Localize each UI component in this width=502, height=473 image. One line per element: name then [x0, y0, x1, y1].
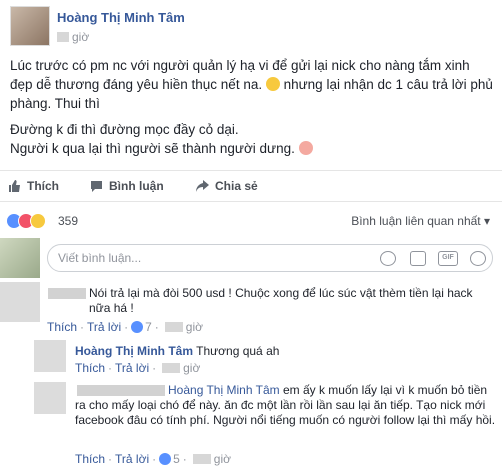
post-body: Lúc trước có pm nc với người quản lý hạ … — [10, 56, 494, 165]
thumbs-up-icon — [9, 180, 20, 192]
like-reaction-icon — [131, 321, 144, 333]
kiss-emoji-icon — [298, 141, 313, 155]
post-header: Hoàng Thị Minh Tâm giờ — [10, 6, 490, 46]
share-label: Chia sẻ — [215, 179, 258, 193]
haha-reaction-icon — [30, 213, 46, 229]
comment-composer: GIF — [0, 238, 502, 278]
reply-time[interactable]: giờ — [214, 452, 231, 466]
reply-2-text: em ấy k muốn lấy lại vì k muốn bỏ tiền r… — [75, 383, 496, 427]
comment-sort-dropdown[interactable]: Bình luận liên quan nhất ▾ — [351, 214, 490, 228]
replier-avatar[interactable] — [34, 382, 66, 414]
author-avatar[interactable] — [10, 6, 50, 46]
reply-reply-link[interactable]: Trả lời — [115, 452, 149, 466]
emoji-picker-icon[interactable] — [380, 251, 396, 266]
blurred-time-value — [164, 322, 183, 332]
post-paragraph-1: Lúc trước có pm nc với người quản lý hạ … — [10, 56, 494, 113]
gif-icon[interactable]: GIF — [438, 251, 458, 266]
blurred-time-value — [192, 454, 211, 464]
reply-actions: Thích · Trả lời · giờ — [75, 361, 201, 375]
reaction-count: 359 — [58, 214, 79, 228]
comment-button[interactable]: Bình luận — [90, 179, 164, 193]
reply-text: Hoàng Thị Minh Tâm em ấy k muốn lấy lại … — [75, 383, 500, 428]
post-line-3: Người k qua lại thì người sẽ thành người… — [10, 141, 295, 156]
comment-1-text: Nói trả lại mà đòi 500 usd ! Chuộc xong … — [89, 286, 473, 315]
replier-avatar[interactable] — [34, 340, 66, 372]
reply-time[interactable]: giờ — [183, 361, 200, 375]
comment-input[interactable] — [58, 251, 318, 265]
viewer-avatar — [0, 238, 40, 278]
commenter-avatar[interactable] — [0, 282, 40, 322]
comment-input-wrapper[interactable]: GIF — [47, 244, 493, 272]
share-button[interactable]: Chia sẻ — [196, 179, 258, 193]
mention-link[interactable]: Hoàng Thị Minh Tâm — [168, 383, 280, 397]
laughing-emoji-icon — [265, 77, 280, 91]
comment-actions: Thích · Trả lời · 7 · giờ — [47, 320, 204, 334]
blurred-time-value — [57, 32, 69, 42]
post-line-2: Đường k đi thì đường mọc đầy cỏ dại. — [10, 122, 239, 137]
reply-item: Hoàng Thị Minh Tâm em ấy k muốn lấy lại … — [34, 382, 502, 472]
reply-text: Hoàng Thị Minh Tâm Thương quá ah — [75, 344, 495, 359]
comment-like-link[interactable]: Thích — [47, 320, 77, 334]
reply-author[interactable]: Hoàng Thị Minh Tâm — [75, 344, 193, 358]
like-button[interactable]: Thích — [8, 179, 59, 193]
comment-bubble-icon — [91, 181, 102, 192]
comment-reply-link[interactable]: Trả lời — [87, 320, 121, 334]
like-reaction-icon — [159, 453, 172, 465]
comment-item: Nói trả lại mà đòi 500 usd ! Chuộc xong … — [0, 282, 502, 338]
share-arrow-icon — [196, 180, 209, 192]
reply-reply-link[interactable]: Trả lời — [115, 361, 149, 375]
author-name[interactable]: Hoàng Thị Minh Tâm — [57, 10, 185, 25]
reply-item: Hoàng Thị Minh Tâm Thương quá ah Thích · T… — [34, 340, 502, 380]
reply-reaction-count[interactable]: 5 — [173, 452, 180, 466]
comment-time[interactable]: giờ — [186, 320, 203, 334]
reply-actions: Thích · Trả lời · 5 · giờ — [75, 452, 232, 466]
reply-like-link[interactable]: Thích — [75, 361, 105, 375]
post-paragraph-2: Đường k đi thì đường mọc đầy cỏ dại. Ngườ… — [10, 120, 494, 158]
sticker-icon[interactable] — [470, 251, 486, 266]
reply-1-text: Thương quá ah — [196, 344, 280, 358]
post-time-suffix: giờ — [72, 30, 90, 44]
like-label: Thích — [27, 179, 59, 193]
comment-label: Bình luận — [109, 179, 164, 193]
blurred-time-value — [162, 363, 181, 373]
blurred-commenter-name — [48, 288, 86, 299]
post-timestamp[interactable]: giờ — [57, 30, 89, 44]
reply-like-link[interactable]: Thích — [75, 452, 105, 466]
comment-reaction-count[interactable]: 7 — [145, 320, 152, 334]
comment-text: Nói trả lại mà đòi 500 usd ! Chuộc xong … — [89, 286, 494, 316]
camera-icon[interactable] — [410, 251, 426, 266]
post-action-bar: Thích Bình luận Chia sẻ — [0, 170, 502, 202]
